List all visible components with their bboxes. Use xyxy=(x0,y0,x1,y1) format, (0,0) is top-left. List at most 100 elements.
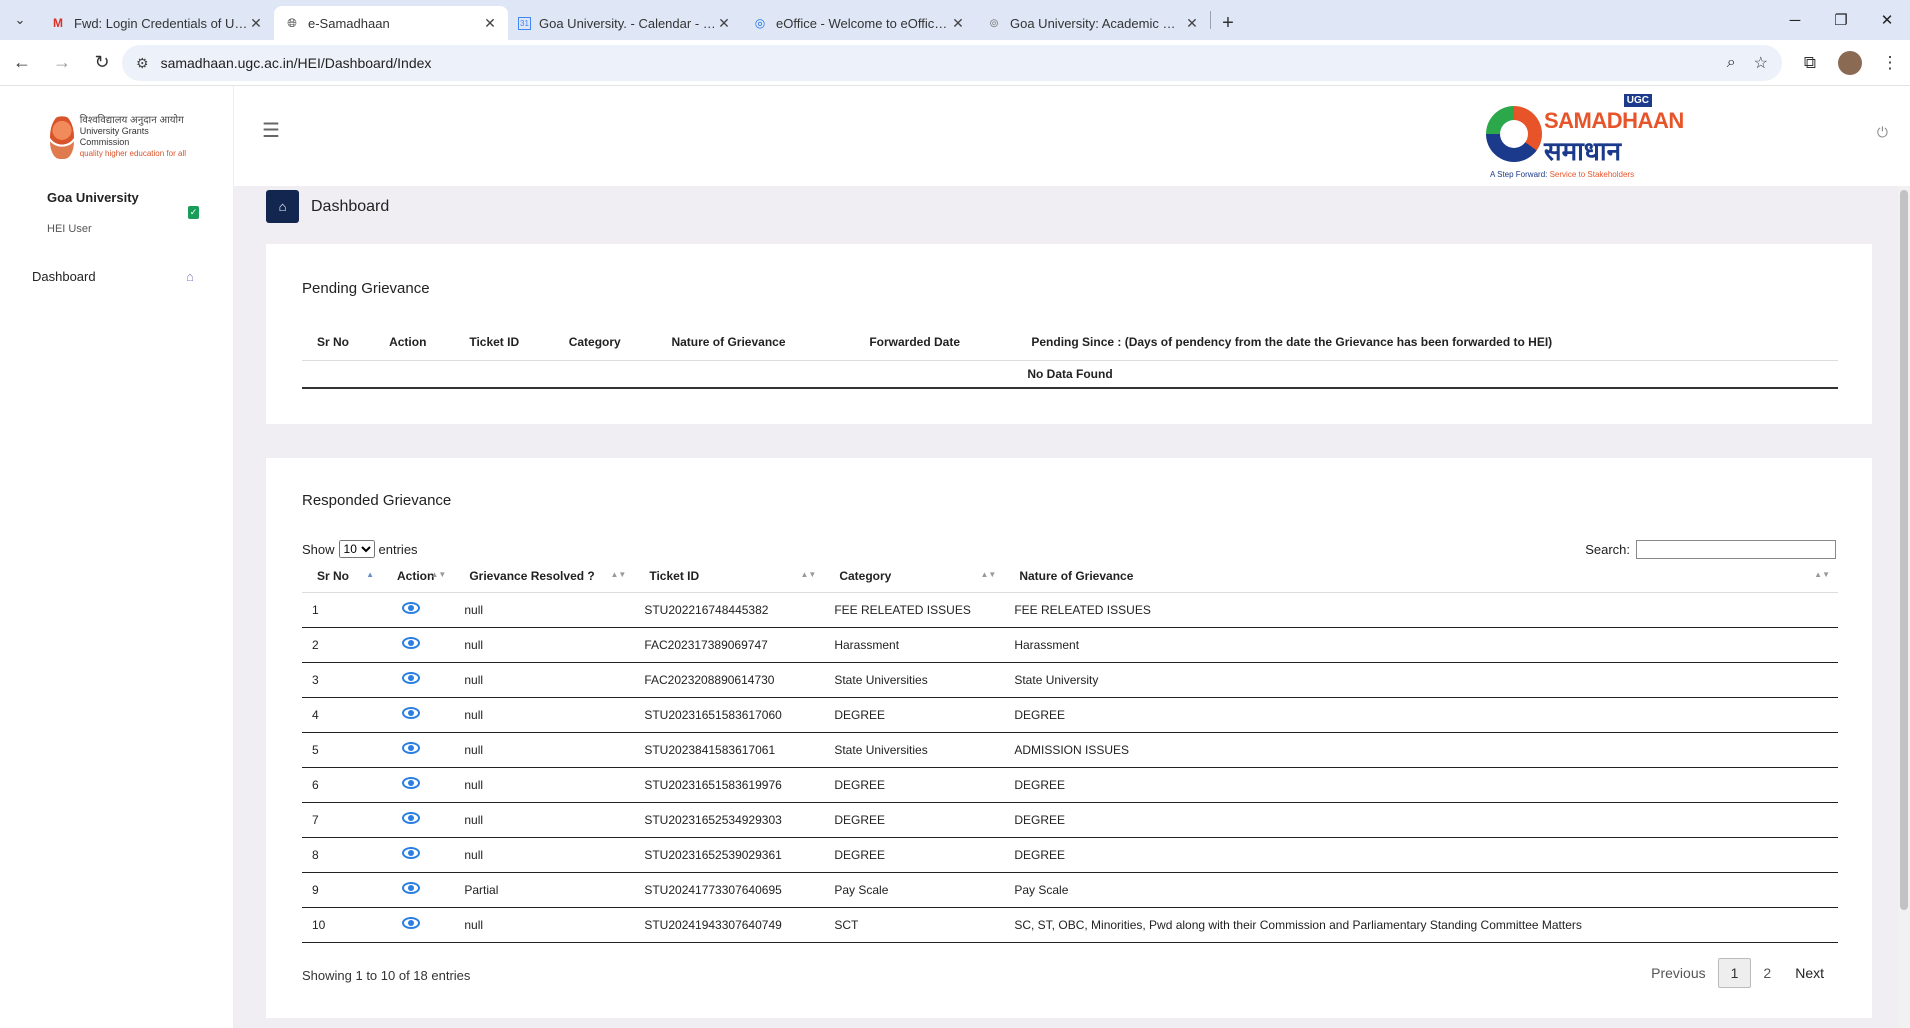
hamburger-menu-icon[interactable]: ☰ xyxy=(262,118,280,143)
tab-close-icon[interactable]: ✕ xyxy=(248,15,264,32)
responded-grievance-title: Responded Grievance xyxy=(302,492,452,509)
view-eye-icon[interactable] xyxy=(402,812,420,824)
forward-arrow-icon[interactable]: → xyxy=(44,45,80,81)
table-row: 6 null STU20231651583619976 DEGREE DEGREE xyxy=(302,767,1838,803)
table-body: 1 null STU202216748445382 FEE RELEATED ISSU… xyxy=(302,592,1838,943)
address-bar[interactable]: ⚙ samadhaan.ugc.ac.in/HEI/Dashboard/Inde… xyxy=(122,45,1782,81)
cell-nature: DEGREE xyxy=(1004,767,1838,803)
new-tab-plus-icon[interactable]: + xyxy=(1211,6,1245,40)
browser-tab[interactable]: 31 Goa University. - Calendar - Ma ✕ xyxy=(508,6,742,40)
cell-nature: Pay Scale xyxy=(1004,872,1838,908)
ugc-logo[interactable]: विश्वविद्यालय अनुदान आयोग University Gra… xyxy=(50,112,190,162)
browser-tab-active[interactable]: 🌐︎ e-Samadhaan ✕ xyxy=(274,6,508,40)
view-eye-icon[interactable] xyxy=(402,637,420,649)
entries-label: entries xyxy=(378,541,418,557)
search-label: Search: xyxy=(1585,542,1630,557)
view-eye-icon[interactable] xyxy=(402,672,420,684)
tab-close-icon[interactable]: ✕ xyxy=(482,15,498,32)
page-2-button[interactable]: 2 xyxy=(1751,959,1783,987)
cell-category: DEGREE xyxy=(824,767,1005,803)
cell-nature: DEGREE xyxy=(1004,802,1838,838)
cell-ticket: STU20241943307640749 xyxy=(634,907,825,943)
action-cell xyxy=(382,907,455,943)
top-header: ☰ UGC SAMADHAAN समाधान A Step Forward: S… xyxy=(234,86,1910,186)
browser-tab[interactable]: ⊚ Goa University: Academic Coun ✕ xyxy=(976,6,1210,40)
cell-sr: 10 xyxy=(302,907,382,943)
cell-ticket: FAC2023208890614730 xyxy=(634,662,825,698)
cell-ticket: STU202216748445382 xyxy=(634,592,825,628)
back-arrow-icon[interactable]: ← xyxy=(4,45,40,81)
view-eye-icon[interactable] xyxy=(402,882,420,894)
close-window-icon[interactable]: ✕ xyxy=(1864,0,1910,40)
zoom-icon[interactable]: ⌕ xyxy=(1727,54,1736,72)
cell-resolved: null xyxy=(454,767,635,803)
column-label: Action xyxy=(397,568,435,583)
home-button[interactable]: ⌂ xyxy=(266,190,299,223)
cell-sr: 8 xyxy=(302,837,382,873)
cell-resolved: null xyxy=(454,627,635,663)
view-eye-icon[interactable] xyxy=(402,707,420,719)
table-row: 5 null STU2023841583617061 State Universiti… xyxy=(302,732,1838,768)
search-input[interactable] xyxy=(1636,540,1836,559)
extensions-puzzle-icon[interactable]: ⧉ xyxy=(1790,53,1830,73)
cell-ticket: STU20231652539029361 xyxy=(634,837,825,873)
pagination: Previous 1 2 Next xyxy=(1639,958,1836,988)
sidebar-item-dashboard[interactable]: Dashboard xyxy=(32,269,96,284)
browser-tab[interactable]: ◎ eOffice - Welcome to eOffice Su ✕ xyxy=(742,6,976,40)
view-eye-icon[interactable] xyxy=(402,847,420,859)
page-scrollbar[interactable] xyxy=(1898,186,1910,1028)
sort-arrows-icon: ▲▼ xyxy=(610,570,627,579)
table-row: 7 null STU20231652534929303 DEGREE DEGREE xyxy=(302,802,1838,838)
page-size-select[interactable]: 10 xyxy=(338,540,375,558)
cell-sr: 1 xyxy=(302,592,382,628)
no-data-cell: No Data Found xyxy=(302,360,1838,389)
university-name: Goa University xyxy=(47,190,139,205)
browser-menu-icon[interactable]: ⋮ xyxy=(1870,53,1910,73)
samadhaan-logo[interactable]: UGC SAMADHAAN समाधान A Step Forward: Ser… xyxy=(1486,94,1684,179)
samadhaan-emblem-icon xyxy=(1486,106,1542,162)
tab-close-icon[interactable]: ✕ xyxy=(950,15,966,32)
logo-ugc-badge: UGC xyxy=(1623,94,1652,107)
cell-resolved: null xyxy=(454,732,635,768)
tab-close-icon[interactable]: ✕ xyxy=(716,15,732,32)
home-icon[interactable]: ⌂ xyxy=(186,269,194,284)
sort-arrows-icon: ▲▼ xyxy=(800,570,817,579)
table-row: No Data Found xyxy=(302,360,1838,389)
cell-nature: DEGREE xyxy=(1004,697,1838,733)
column-header-sortable[interactable]: Ticket ID ▲▼ xyxy=(634,560,825,593)
profile-avatar[interactable] xyxy=(1838,51,1862,75)
column-header-sortable[interactable]: Category ▲▼ xyxy=(824,560,1005,593)
show-label: Show xyxy=(302,541,335,557)
view-eye-icon[interactable] xyxy=(402,917,420,929)
cell-resolved: null xyxy=(454,662,635,698)
logo-word: SAMADHAAN xyxy=(1544,108,1684,133)
logout-power-icon[interactable]: ⏻ xyxy=(1877,124,1888,141)
minimize-icon[interactable]: ─ xyxy=(1772,0,1818,40)
view-eye-icon[interactable] xyxy=(402,742,420,754)
next-page-button[interactable]: Next xyxy=(1783,959,1836,987)
ugc-logo-tagline: quality higher education for all xyxy=(79,149,186,158)
column-header-sortable[interactable]: Action ▲▼ xyxy=(382,560,455,593)
cell-ticket: STU20231651583619976 xyxy=(634,767,825,803)
cell-sr: 9 xyxy=(302,872,382,908)
tab-search-chevron-icon[interactable]: ⌄ xyxy=(0,0,40,40)
sort-arrows-icon: ▲ xyxy=(366,570,374,579)
reload-icon[interactable]: ↻ xyxy=(84,45,120,81)
column-header-sortable[interactable]: Nature of Grievance ▲▼ xyxy=(1004,560,1838,593)
column-header-sortable[interactable]: Grievance Resolved ? ▲▼ xyxy=(454,560,635,593)
view-eye-icon[interactable] xyxy=(402,602,420,614)
url-text[interactable]: samadhaan.ugc.ac.in/HEI/Dashboard/Index xyxy=(161,55,1709,71)
column-header: Ticket ID xyxy=(454,324,554,361)
restore-icon[interactable]: ❐ xyxy=(1818,0,1864,40)
cell-category: Pay Scale xyxy=(824,872,1005,908)
action-cell xyxy=(382,662,455,698)
site-info-icon[interactable]: ⚙ xyxy=(136,55,149,72)
table-row: 9 Partial STU20241773307640695 Pay Scale Pay… xyxy=(302,872,1838,908)
previous-page-button[interactable]: Previous xyxy=(1639,959,1717,987)
column-header-sortable[interactable]: Sr No ▲ xyxy=(302,560,382,593)
tab-close-icon[interactable]: ✕ xyxy=(1184,15,1200,32)
page-1-button[interactable]: 1 xyxy=(1717,958,1752,988)
view-eye-icon[interactable] xyxy=(402,777,420,789)
bookmark-star-icon[interactable]: ☆ xyxy=(1754,53,1768,73)
browser-tab[interactable]: M Fwd: Login Credentials of UGC ✕ xyxy=(40,6,274,40)
